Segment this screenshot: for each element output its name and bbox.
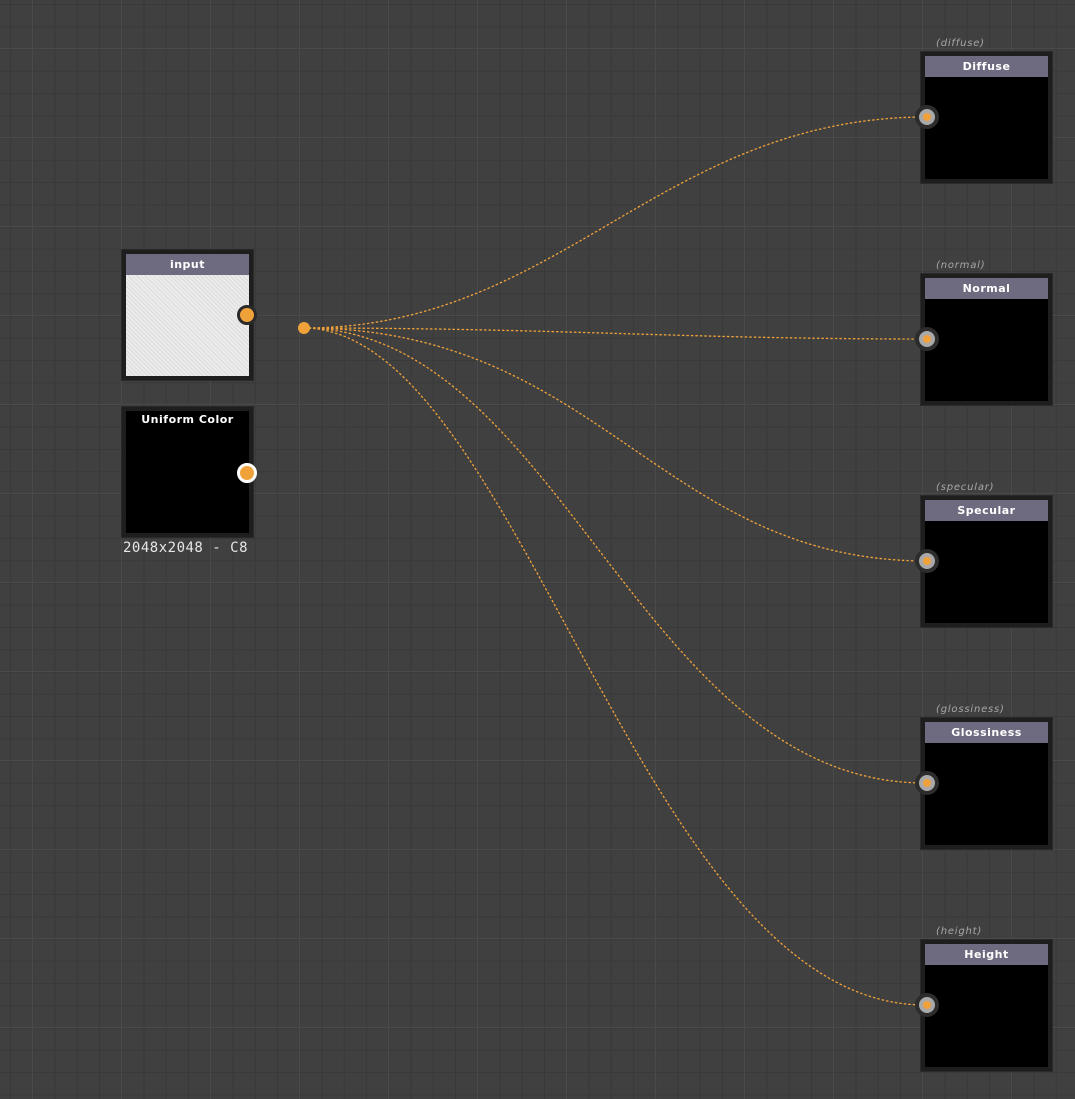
output-node-height[interactable]: Height: [915, 939, 1053, 1072]
graph-canvas[interactable]: input Uniform Color 2048x2048 - C8 (diff…: [0, 0, 1075, 1099]
input-node[interactable]: input: [121, 249, 257, 381]
input-output-port-icon[interactable]: [237, 305, 257, 325]
output-node-specular[interactable]: Specular: [915, 495, 1053, 628]
normal-node-title: Normal: [925, 278, 1048, 299]
glossiness-input-port-icon[interactable]: [915, 771, 939, 795]
height-node-preview: [925, 965, 1048, 1067]
specular-label: (specular): [936, 482, 995, 493]
input-node-preview: [126, 275, 249, 376]
output-node-diffuse[interactable]: Diffuse: [915, 51, 1053, 184]
normal-label: (normal): [936, 260, 986, 271]
height-input-port-icon[interactable]: [915, 993, 939, 1017]
diffuse-input-port-icon[interactable]: [915, 105, 939, 129]
wire-normal: [303, 327, 926, 340]
glossiness-node-preview: [925, 743, 1048, 845]
normal-input-port-icon[interactable]: [915, 327, 939, 351]
diffuse-node-title: Diffuse: [925, 56, 1048, 77]
wire-junction-dot[interactable]: [298, 322, 310, 334]
wire-diffuse: [303, 116, 926, 329]
height-label: (height): [936, 926, 983, 937]
specular-node-title: Specular: [925, 500, 1048, 521]
diffuse-label: (diffuse): [936, 38, 985, 49]
uniform-color-preview: [126, 411, 249, 533]
wire-glossiness: [303, 327, 926, 784]
input-node-title: input: [126, 254, 249, 275]
wire-height: [303, 327, 926, 1006]
specular-node-preview: [925, 521, 1048, 623]
glossiness-node-title: Glossiness: [925, 722, 1048, 743]
uniform-color-output-port-icon[interactable]: [237, 463, 257, 483]
output-node-normal[interactable]: Normal: [915, 273, 1053, 406]
glossiness-label: (glossiness): [936, 704, 1005, 715]
normal-node-preview: [925, 299, 1048, 401]
height-node-title: Height: [925, 944, 1048, 965]
uniform-color-caption: 2048x2048 - C8: [123, 540, 249, 556]
uniform-color-node[interactable]: Uniform Color: [121, 406, 257, 538]
specular-input-port-icon[interactable]: [915, 549, 939, 573]
uniform-color-title: Uniform Color: [141, 413, 234, 426]
wire-specular: [303, 327, 926, 562]
diffuse-node-preview: [925, 77, 1048, 179]
output-node-glossiness[interactable]: Glossiness: [915, 717, 1053, 850]
